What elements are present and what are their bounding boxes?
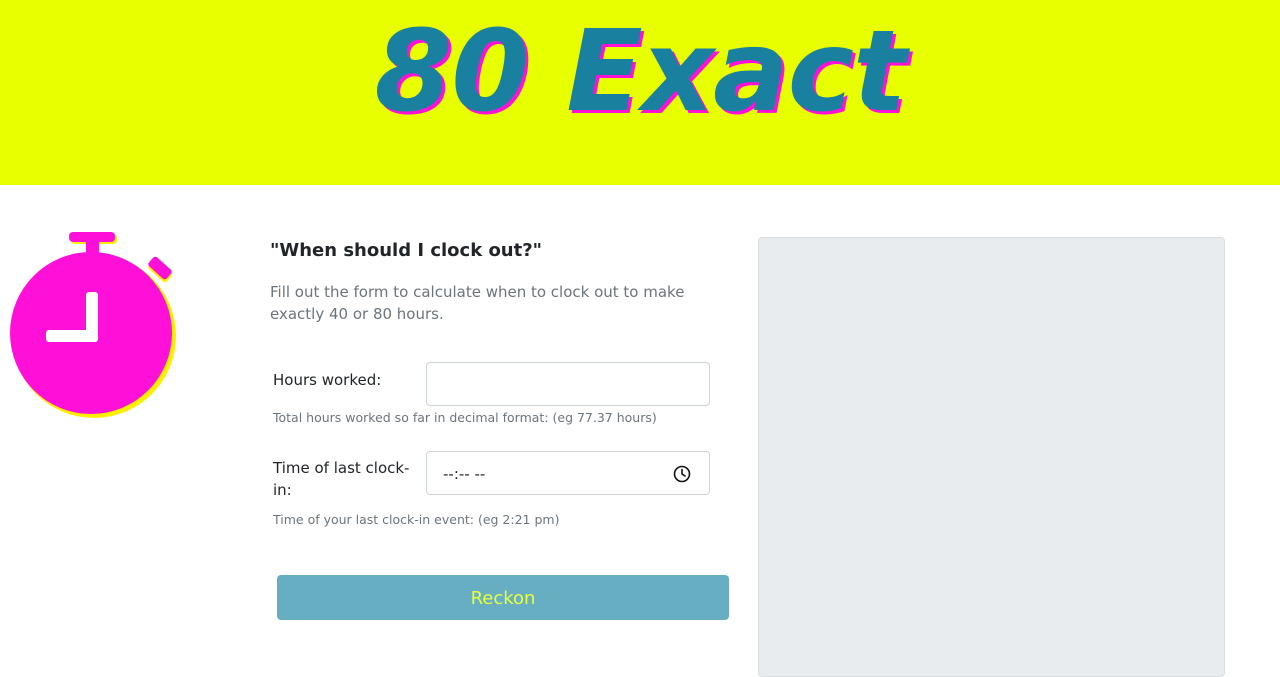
hours-worked-help: Total hours worked so far in decimal for… [273, 410, 657, 425]
last-clock-in-label: Time of last clock-in: [273, 459, 410, 499]
brand-title: 80 Exact [374, 7, 906, 137]
last-clock-in-input[interactable]: --:-- -- [426, 451, 710, 495]
header-banner: 80 Exact [0, 0, 1280, 185]
reckon-button[interactable]: Reckon [277, 575, 729, 620]
clock-icon[interactable] [673, 465, 691, 483]
time-input-value: --:-- -- [443, 465, 486, 483]
side-panel [758, 237, 1225, 677]
stopwatch-icon [10, 232, 176, 418]
hours-worked-label: Hours worked: [273, 371, 382, 389]
form-heading: "When should I clock out?" [270, 240, 543, 261]
hours-worked-input[interactable] [426, 362, 710, 406]
form-description: Fill out the form to calculate when to c… [270, 283, 685, 323]
last-clock-in-help: Time of your last clock-in event: (eg 2:… [273, 512, 560, 527]
